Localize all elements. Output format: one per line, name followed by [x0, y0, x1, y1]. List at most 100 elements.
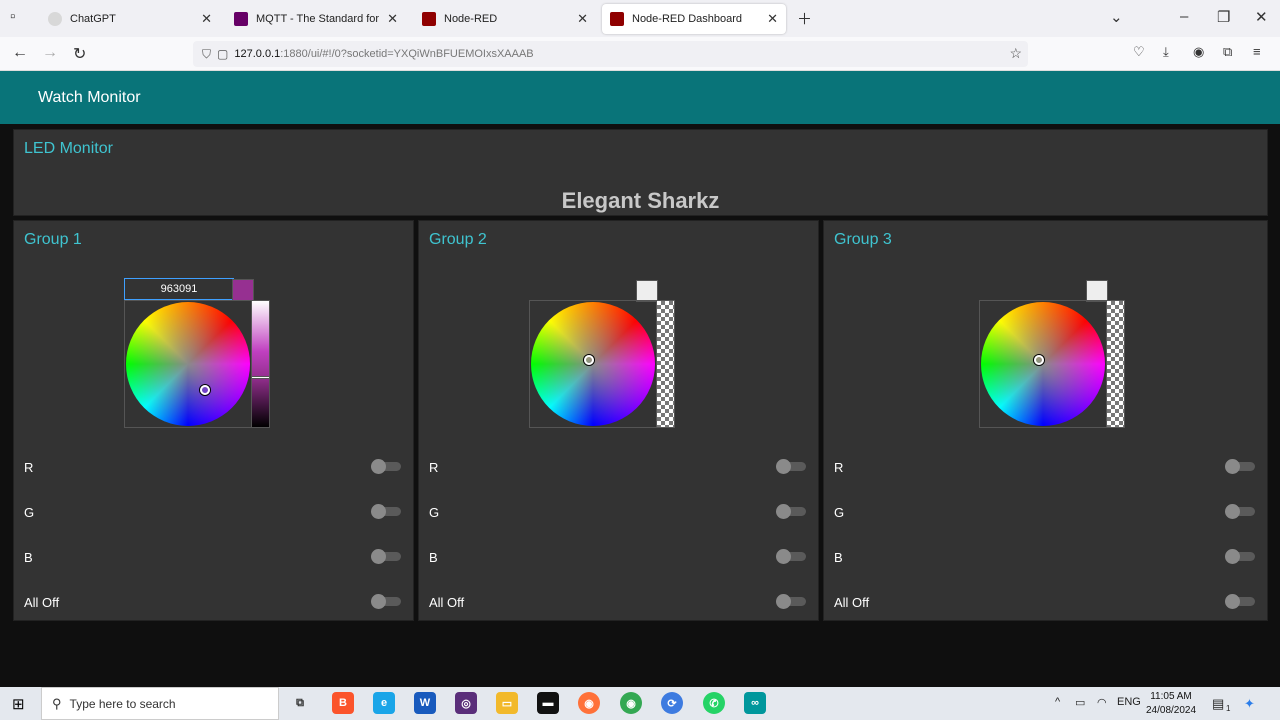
- windows-taskbar: ⊞ ⚲ Type here to search ⧉ B e W ◎ ▭ ▬ ◉ …: [0, 687, 1280, 720]
- tab-title: ChatGPT: [70, 13, 116, 25]
- wifi-icon[interactable]: ◠: [1097, 696, 1107, 709]
- switch-label-g: G: [429, 505, 440, 520]
- color-wheel[interactable]: [531, 302, 655, 426]
- taskbar-search[interactable]: ⚲ Type here to search: [41, 687, 279, 720]
- group-2-card: Group 2 R G B All Off: [418, 220, 819, 621]
- battery-icon[interactable]: ▭: [1075, 696, 1085, 709]
- close-tab-icon[interactable]: ✕: [387, 11, 398, 27]
- menu-icon[interactable]: ≡: [1253, 44, 1261, 59]
- address-bar[interactable]: ⛉ ▢ 127.0.0.1:1880/ui/#!/0?socketid=YXQi…: [193, 41, 1028, 67]
- hex-color-input[interactable]: [124, 278, 234, 300]
- show-hidden-icons-chevron-icon[interactable]: ^: [1055, 696, 1060, 708]
- switch-g[interactable]: [776, 504, 806, 519]
- switch-g[interactable]: [371, 504, 401, 519]
- switch-r[interactable]: [776, 459, 806, 474]
- close-tab-icon[interactable]: ✕: [767, 11, 778, 27]
- terminal-icon[interactable]: ▬: [537, 692, 559, 714]
- account-icon[interactable]: ◉: [1193, 44, 1204, 60]
- switch-label-b: B: [24, 550, 33, 565]
- language-indicator[interactable]: ENG: [1117, 696, 1141, 708]
- browser-nav-bar: ← → ↻ ⛉ ▢ 127.0.0.1:1880/ui/#!/0?socketi…: [0, 37, 1280, 71]
- color-swatch[interactable]: [636, 280, 658, 302]
- bookmark-star-icon[interactable]: ☆: [1009, 45, 1022, 62]
- tab-chatgpt[interactable]: ChatGPT ✕: [40, 4, 220, 34]
- switch-all-off[interactable]: [776, 594, 806, 609]
- notification-count-badge: 1: [1226, 704, 1231, 713]
- extensions-icon[interactable]: ⧉: [1223, 44, 1232, 60]
- clock[interactable]: 11:05 AM 24/08/2024: [1146, 690, 1196, 718]
- mqtt-favicon-icon: [234, 12, 248, 26]
- pocket-icon[interactable]: ♡: [1133, 44, 1145, 60]
- switch-label-g: G: [834, 505, 845, 520]
- switch-label-b: B: [429, 550, 438, 565]
- firefox-icon[interactable]: ◉: [578, 692, 600, 714]
- switch-label-r: R: [834, 460, 844, 475]
- opacity-slider[interactable]: [656, 301, 674, 427]
- word-icon[interactable]: W: [414, 692, 436, 714]
- node-red-favicon-icon: [422, 12, 436, 26]
- tab-title: Node-RED Dashboard: [632, 13, 743, 25]
- tab-title: MQTT - The Standard for IoT M: [256, 13, 381, 25]
- dashboard-content: LED Monitor Elegant Sharkz Group 1 R G B…: [0, 124, 1280, 687]
- card-title: Group 1: [24, 231, 82, 248]
- opacity-slider[interactable]: [1106, 301, 1124, 427]
- tab-node-red[interactable]: Node-RED ✕: [414, 4, 596, 34]
- switch-r[interactable]: [371, 459, 401, 474]
- chevron-down-icon[interactable]: ⌄: [1110, 8, 1123, 26]
- color-wheel[interactable]: [126, 302, 250, 426]
- switch-all-off[interactable]: [371, 594, 401, 609]
- shield-icon[interactable]: ⛉: [202, 47, 211, 62]
- new-tab-icon[interactable]: ＋: [797, 8, 812, 29]
- windows-start-icon[interactable]: ⊞: [12, 695, 25, 713]
- brightness-slider[interactable]: [251, 301, 270, 427]
- brave-icon[interactable]: B: [332, 692, 354, 714]
- download-icon[interactable]: ⤓: [1163, 44, 1169, 60]
- switch-label-all-off: All Off: [24, 595, 60, 610]
- sync-app-icon[interactable]: ⟳: [661, 692, 683, 714]
- task-view-icon[interactable]: ⧉: [289, 692, 311, 714]
- color-wheel-marker[interactable]: [584, 355, 594, 365]
- back-icon[interactable]: ←: [12, 44, 28, 62]
- color-swatch[interactable]: [1086, 280, 1108, 302]
- color-picker[interactable]: [979, 300, 1125, 428]
- slider-handle[interactable]: [251, 376, 270, 379]
- close-tab-icon[interactable]: ✕: [201, 11, 212, 27]
- browser-tab-bar: ▫ ChatGPT ✕ MQTT - The Standard for IoT …: [0, 0, 1280, 37]
- file-explorer-icon[interactable]: ▭: [496, 692, 518, 714]
- reload-icon[interactable]: ↻: [73, 44, 86, 64]
- switch-label-r: R: [24, 460, 34, 475]
- url-host: 127.0.0.1: [234, 48, 281, 60]
- arduino-icon[interactable]: ∞: [744, 692, 766, 714]
- tab-node-red-dashboard[interactable]: Node-RED Dashboard ✕: [602, 4, 786, 34]
- maximize-icon[interactable]: ❐: [1217, 8, 1230, 26]
- chrome-icon[interactable]: ◉: [620, 692, 642, 714]
- minimize-icon[interactable]: –: [1180, 8, 1188, 25]
- copilot-icon[interactable]: ✦: [1244, 696, 1255, 712]
- switch-label-all-off: All Off: [834, 595, 870, 610]
- switch-b[interactable]: [371, 549, 401, 564]
- forward-icon[interactable]: →: [42, 44, 58, 62]
- search-placeholder: Type here to search: [69, 696, 176, 711]
- switch-b[interactable]: [776, 549, 806, 564]
- screenshot-tool-icon[interactable]: ◎: [455, 692, 477, 714]
- color-wheel-marker[interactable]: [200, 385, 210, 395]
- close-window-icon[interactable]: ✕: [1255, 8, 1268, 26]
- whatsapp-icon[interactable]: ✆: [703, 692, 725, 714]
- switch-r[interactable]: [1225, 459, 1255, 474]
- card-title: LED Monitor: [24, 140, 113, 157]
- switch-all-off[interactable]: [1225, 594, 1255, 609]
- color-picker[interactable]: [124, 300, 270, 428]
- edge-icon[interactable]: e: [373, 692, 395, 714]
- color-wheel-marker[interactable]: [1034, 355, 1044, 365]
- tab-list-icon[interactable]: ▫: [10, 8, 15, 25]
- notifications-icon[interactable]: ▤: [1212, 696, 1224, 712]
- close-tab-icon[interactable]: ✕: [577, 11, 588, 27]
- page-info-icon[interactable]: ▢: [217, 47, 228, 61]
- color-wheel[interactable]: [981, 302, 1105, 426]
- switch-label-g: G: [24, 505, 35, 520]
- switch-g[interactable]: [1225, 504, 1255, 519]
- color-picker[interactable]: [529, 300, 675, 428]
- switch-b[interactable]: [1225, 549, 1255, 564]
- tab-mqtt[interactable]: MQTT - The Standard for IoT M ✕: [226, 4, 406, 34]
- search-icon: ⚲: [52, 695, 62, 711]
